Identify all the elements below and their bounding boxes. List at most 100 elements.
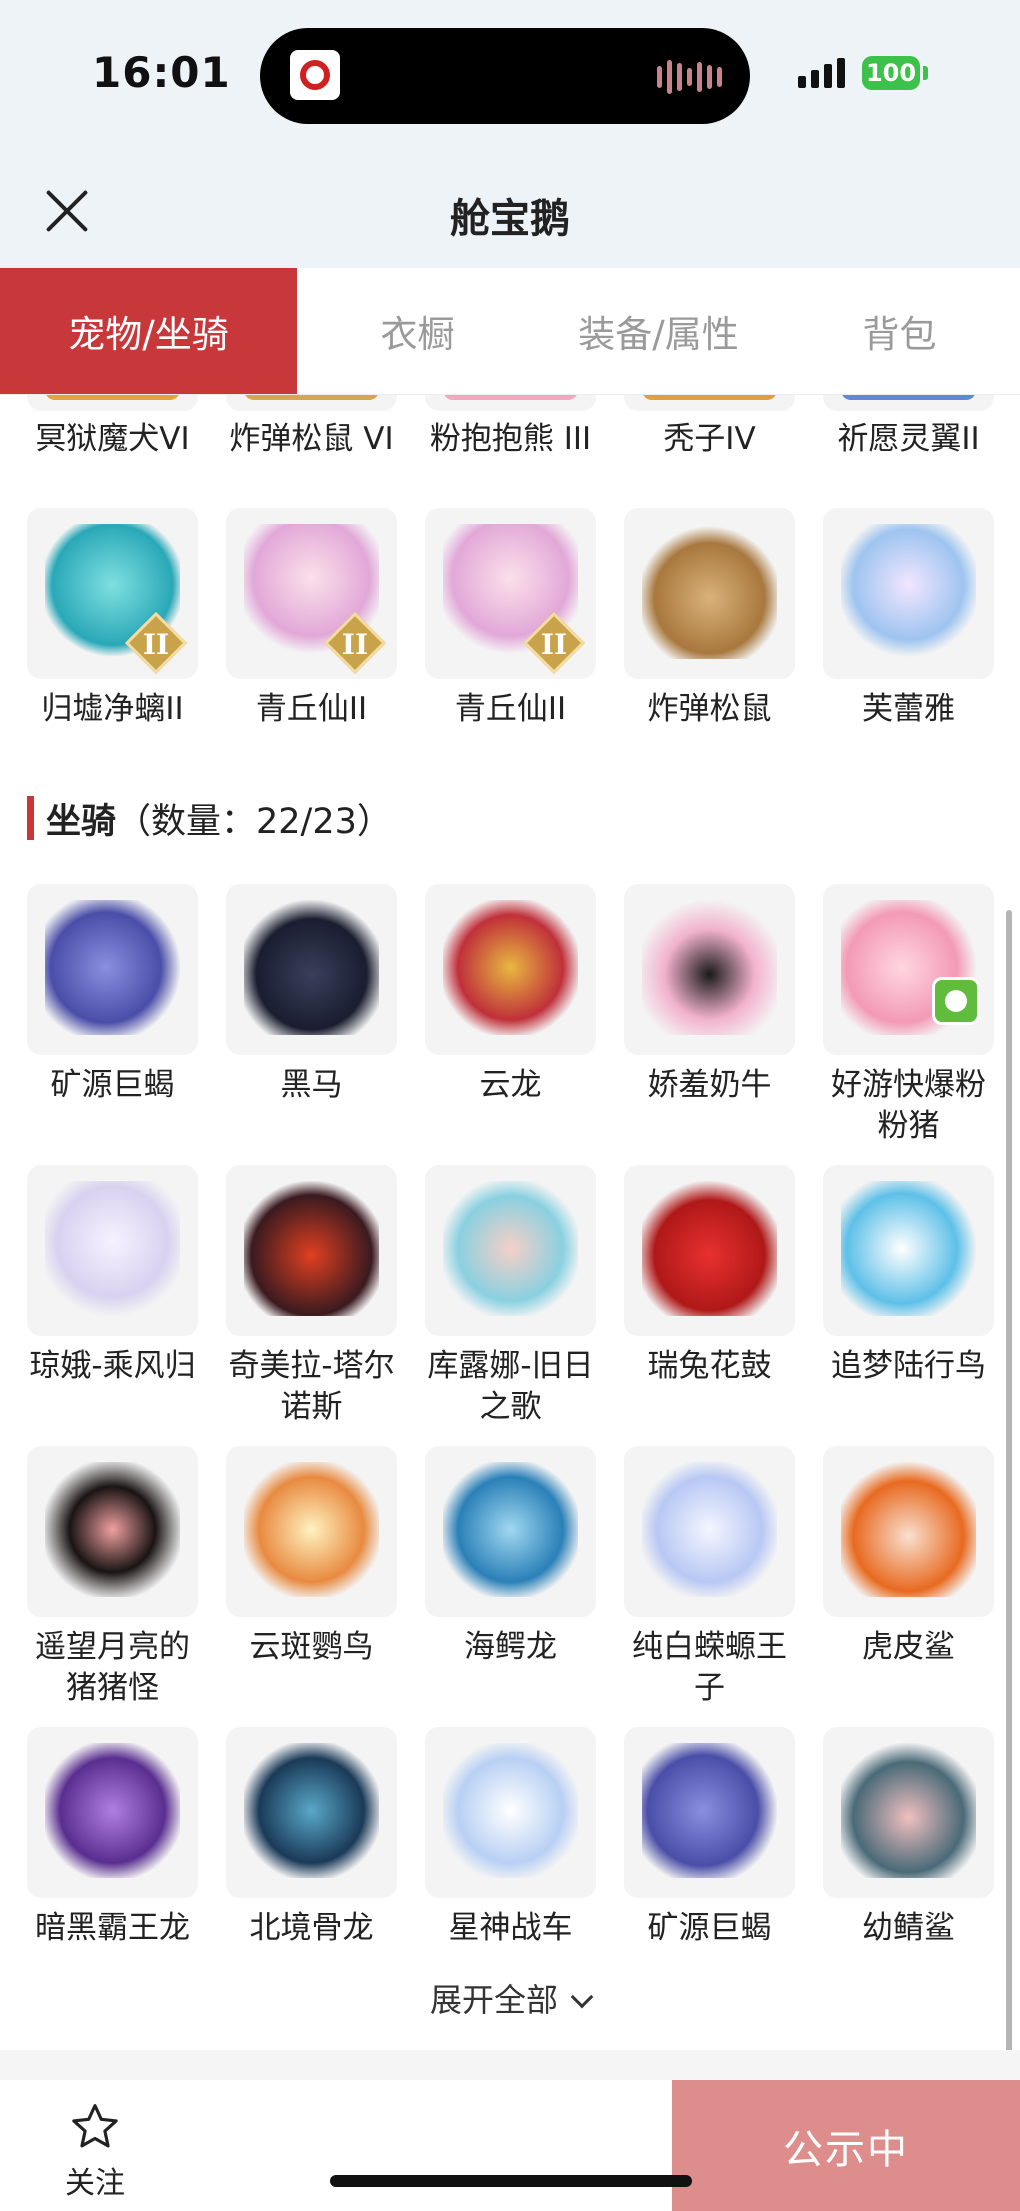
mount-item[interactable]: 奇美拉-塔尔诺斯 <box>226 1165 397 1428</box>
pet-item[interactable]: 秃子IV <box>624 395 795 460</box>
mount-item[interactable]: 暗黑霸王龙 <box>27 1727 198 1949</box>
mount-thumbnail <box>425 1165 596 1336</box>
pet-item[interactable]: II 归墟净螭II <box>27 508 198 730</box>
mount-item[interactable]: 库露娜-旧日之歌 <box>425 1165 596 1428</box>
mount-item[interactable]: 云斑鹦鸟 <box>226 1446 397 1709</box>
mount-item[interactable]: 纯白蝾螈王子 <box>624 1446 795 1709</box>
bottom-action-bar: 关注 公示中 <box>0 2080 1020 2211</box>
audio-wave-icon <box>657 60 722 94</box>
mount-thumbnail <box>226 884 397 1055</box>
mount-item[interactable]: 云龙 <box>425 884 596 1147</box>
pet-thumbnail <box>27 395 198 411</box>
mount-thumbnail <box>624 884 795 1055</box>
app-badge-icon <box>932 977 980 1025</box>
tab-backpack[interactable]: 背包 <box>779 268 1020 394</box>
section-title: 坐骑 <box>46 801 117 842</box>
public-notice-button[interactable]: 公示中 <box>672 2080 1020 2211</box>
follow-button[interactable]: 关注 <box>50 2100 140 2202</box>
pet-thumbnail <box>624 395 795 411</box>
pet-name: 归墟净螭II <box>41 691 184 727</box>
pet-grid: II 归墟净螭II II 青丘仙II II 青丘仙II 炸弹松鼠 芙蕾雅 <box>27 508 1002 730</box>
chevron-down-icon <box>570 1985 594 2009</box>
pet-thumbnail <box>624 508 795 679</box>
battery-indicator: 100 <box>862 56 920 90</box>
rank-badge-label: II <box>540 628 568 661</box>
mount-thumbnail <box>226 1727 397 1898</box>
star-icon <box>72 2104 118 2148</box>
mount-name: 纯白蝾螈王子 <box>632 1629 787 1706</box>
mount-item[interactable]: 瑞兔花鼓 <box>624 1165 795 1428</box>
pet-item[interactable]: 粉抱抱熊 III <box>425 395 596 460</box>
mount-item[interactable]: 幼鲭鲨 <box>823 1727 994 1949</box>
vertical-scrollbar[interactable] <box>1006 910 1012 2075</box>
pet-item[interactable]: 祈愿灵翼II <box>823 395 994 460</box>
status-time: 16:01 <box>92 48 231 97</box>
mount-grid-row-2: 琼娥-乘风归 奇美拉-塔尔诺斯 库露娜-旧日之歌 瑞兔花鼓 追梦陆行鸟 <box>27 1165 1002 1428</box>
live-activity-app-icon <box>290 50 340 100</box>
mount-item[interactable]: 娇羞奶牛 <box>624 884 795 1147</box>
tab-equipment-attributes[interactable]: 装备/属性 <box>538 268 779 394</box>
mount-thumbnail <box>624 1727 795 1898</box>
pet-name: 祈愿灵翼II <box>837 421 980 457</box>
mount-thumbnail <box>823 1446 994 1617</box>
pet-name: 秃子IV <box>663 421 756 457</box>
mount-name: 瑞兔花鼓 <box>647 1348 772 1384</box>
mount-item[interactable]: 星神战车 <box>425 1727 596 1949</box>
expand-all-button[interactable]: 展开全部 <box>0 1975 1020 2021</box>
tab-wardrobe[interactable]: 衣橱 <box>297 268 538 394</box>
pet-item[interactable]: 冥狱魔犬VI <box>27 395 198 460</box>
mount-grid-row-1: 矿源巨蝎 黑马 云龙 娇羞奶牛 好游快爆粉粉猪 <box>27 884 1002 1147</box>
mount-name: 暗黑霸王龙 <box>35 1910 190 1946</box>
pet-item[interactable]: 炸弹松鼠 VI <box>226 395 397 460</box>
mount-item[interactable]: 矿源巨蝎 <box>27 884 198 1147</box>
mount-name: 星神战车 <box>448 1910 573 1946</box>
mount-name: 好游快爆粉粉猪 <box>831 1067 986 1144</box>
dynamic-island <box>260 28 750 124</box>
mount-name: 虎皮鲨 <box>862 1629 955 1665</box>
pet-thumbnail: II <box>226 508 397 679</box>
section-accent-bar <box>27 796 34 840</box>
mount-name: 云龙 <box>479 1067 542 1103</box>
mount-name: 琼娥-乘风归 <box>29 1348 196 1384</box>
pet-item[interactable]: II 青丘仙II <box>425 508 596 730</box>
mount-item[interactable]: 矿源巨蝎 <box>624 1727 795 1949</box>
mount-name: 北境骨龙 <box>249 1910 374 1946</box>
tab-bar: 宠物/坐骑 衣橱 装备/属性 背包 <box>0 268 1020 395</box>
mount-thumbnail <box>823 884 994 1055</box>
mount-name: 海鳄龙 <box>464 1629 557 1665</box>
mount-thumbnail <box>823 1727 994 1898</box>
mount-grid-row-3: 遥望月亮的猪猪怪 云斑鹦鸟 海鳄龙 纯白蝾螈王子 虎皮鲨 <box>27 1446 1002 1709</box>
pet-name: 粉抱抱熊 III <box>429 421 592 457</box>
mount-item[interactable]: 黑马 <box>226 884 397 1147</box>
pet-item[interactable]: II 青丘仙II <box>226 508 397 730</box>
mount-grid-row-4: 暗黑霸王龙 北境骨龙 星神战车 矿源巨蝎 幼鲭鲨 <box>27 1727 1002 1949</box>
mount-thumbnail <box>823 1165 994 1336</box>
nav-bar: 舱宝鹅 <box>0 150 1020 268</box>
pet-name: 芙蕾雅 <box>862 691 955 727</box>
mount-item[interactable]: 北境骨龙 <box>226 1727 397 1949</box>
mount-name: 追梦陆行鸟 <box>831 1348 986 1384</box>
mount-item[interactable]: 好游快爆粉粉猪 <box>823 884 994 1147</box>
pet-item[interactable]: 炸弹松鼠 <box>624 508 795 730</box>
mount-item[interactable]: 琼娥-乘风归 <box>27 1165 198 1428</box>
mount-thumbnail <box>27 1727 198 1898</box>
mount-item[interactable]: 虎皮鲨 <box>823 1446 994 1709</box>
mount-item[interactable]: 海鳄龙 <box>425 1446 596 1709</box>
mount-thumbnail <box>27 1446 198 1617</box>
pet-name: 青丘仙II <box>454 691 567 727</box>
mount-thumbnail <box>226 1165 397 1336</box>
bottom-divider <box>0 2050 1020 2080</box>
home-indicator <box>330 2175 692 2187</box>
pet-name: 炸弹松鼠 VI <box>229 421 394 457</box>
mount-name: 奇美拉-塔尔诺斯 <box>228 1348 395 1425</box>
pet-name: 冥狱魔犬VI <box>35 421 190 457</box>
mount-thumbnail <box>624 1446 795 1617</box>
tab-pets-mounts[interactable]: 宠物/坐骑 <box>0 268 297 394</box>
pet-thumbnail <box>823 508 994 679</box>
pet-item[interactable]: 芙蕾雅 <box>823 508 994 730</box>
mount-item[interactable]: 遥望月亮的猪猪怪 <box>27 1446 198 1709</box>
pet-thumbnail: II <box>27 508 198 679</box>
mount-item[interactable]: 追梦陆行鸟 <box>823 1165 994 1428</box>
section-count: （数量：22/23） <box>116 801 392 842</box>
content-scroll-area[interactable]: 冥狱魔犬VI 炸弹松鼠 VI 粉抱抱熊 III 秃子IV 祈愿灵翼II II 归… <box>0 395 1020 2050</box>
